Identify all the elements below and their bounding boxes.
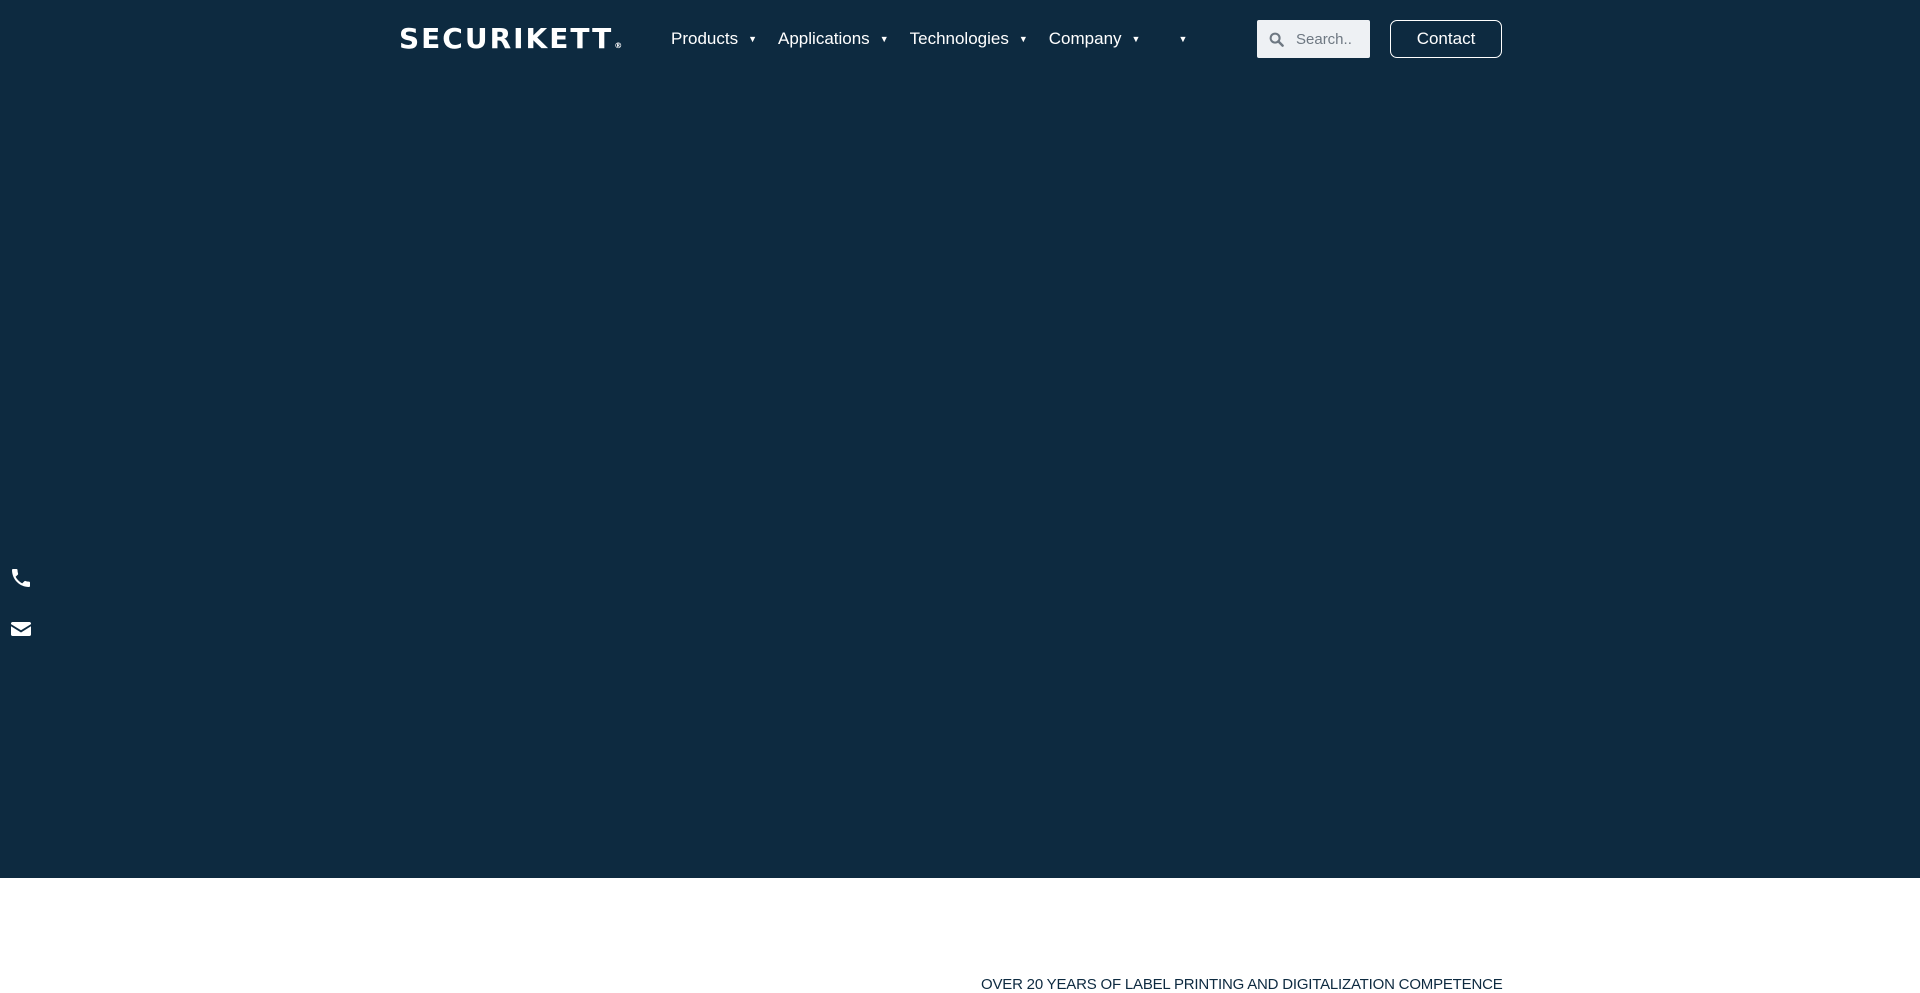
caret-down-icon: ▼ — [748, 33, 758, 44]
nav-item-label: Products — [671, 29, 739, 48]
caret-down-icon: ▼ — [1018, 33, 1028, 44]
nav-item-label: Technologies — [909, 29, 1009, 48]
envelope-icon[interactable] — [9, 617, 33, 641]
section-tagline: OVER 20 YEARS OF LABEL PRINTING AND DIGI… — [981, 976, 1503, 993]
nav-item-applications[interactable]: Applications ▼ — [778, 29, 889, 49]
main-nav: Products ▼ Applications ▼ Technologies ▼… — [671, 26, 1187, 52]
contact-button[interactable]: Contact — [1390, 20, 1502, 58]
search-input[interactable] — [1294, 29, 1368, 49]
caret-down-icon: ▼ — [1131, 33, 1141, 44]
nav-item-label: Company — [1048, 29, 1122, 48]
logo-text: SECURIKETT — [399, 22, 614, 55]
logo[interactable]: SECURIKETT® — [399, 22, 622, 56]
nav-item-company[interactable]: Company ▼ — [1049, 29, 1141, 49]
phone-icon[interactable] — [9, 566, 33, 590]
caret-down-icon: ▼ — [1178, 33, 1188, 44]
nav-item-technologies[interactable]: Technologies ▼ — [910, 29, 1028, 49]
side-contact-bar — [9, 566, 35, 641]
search-icon[interactable] — [1269, 32, 1284, 47]
search-box — [1257, 20, 1370, 58]
nav-item-language[interactable]: ▼ — [1178, 33, 1188, 44]
logo-registered-mark: ® — [614, 41, 623, 50]
hero-section: SECURIKETT® Products ▼ Applications ▼ Te… — [0, 0, 1920, 878]
nav-item-label: Applications — [778, 29, 870, 48]
nav-item-products[interactable]: Products ▼ — [671, 29, 757, 49]
site-header: SECURIKETT® Products ▼ Applications ▼ Te… — [0, 0, 1920, 78]
caret-down-icon: ▼ — [879, 33, 889, 44]
contact-button-label: Contact — [1416, 29, 1476, 48]
